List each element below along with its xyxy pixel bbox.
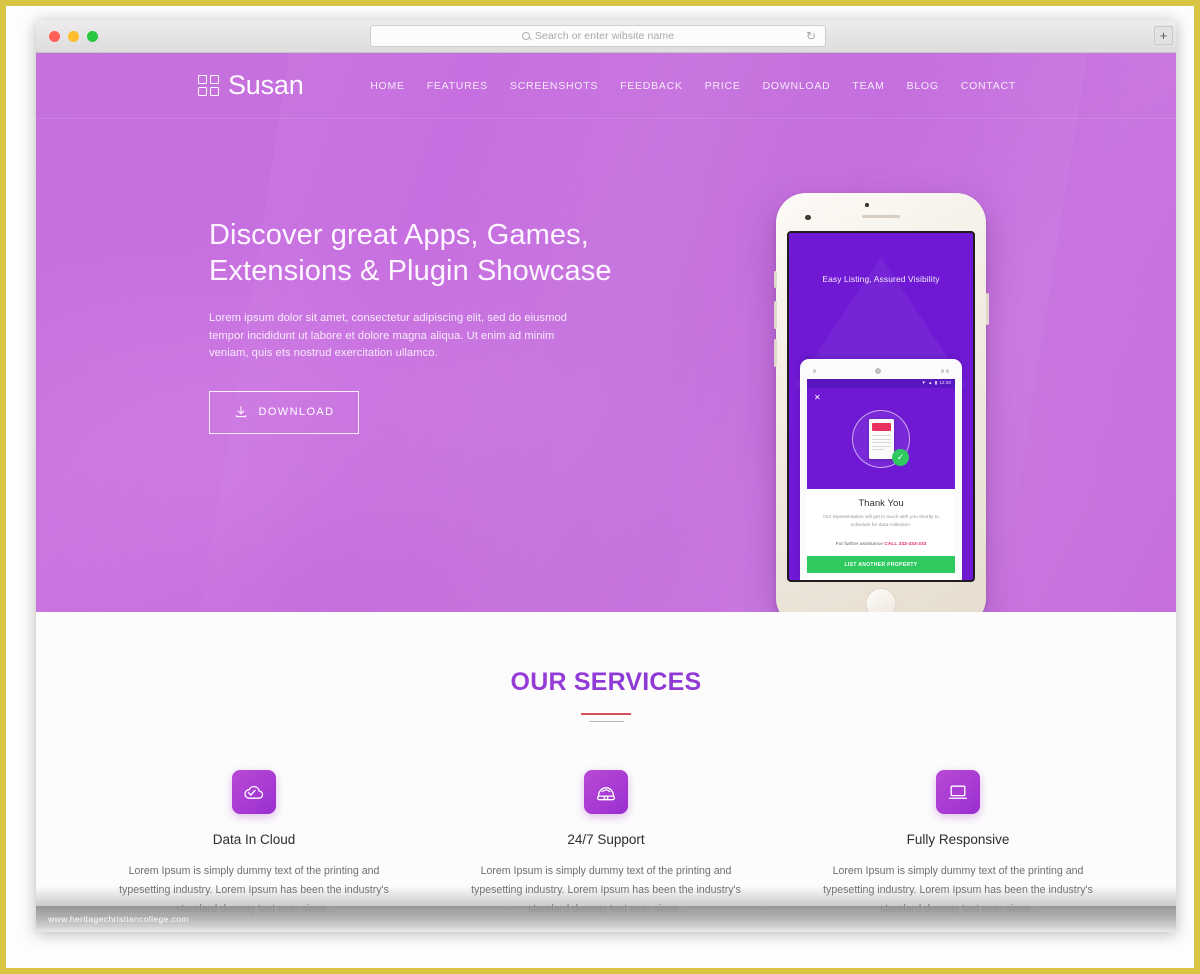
close-window-button[interactable] — [49, 30, 60, 42]
nav-item-feedback[interactable]: FEEDBACK — [620, 80, 683, 92]
assistance-line: For further assistance CALL 333-333-333 — [815, 542, 947, 547]
phone-mute-switch — [773, 271, 777, 288]
inner-device-sensor-icon — [940, 369, 949, 373]
phone-volume-down — [773, 339, 777, 367]
thank-you-body: Our representative will get in touch wit… — [823, 515, 939, 529]
app-status-bar: ▼ ▲ ▮ 12:30 — [807, 379, 955, 388]
check-circle-icon: ✓ — [892, 449, 909, 466]
section-divider — [581, 713, 631, 722]
document-icon — [869, 419, 894, 459]
services-heading: OUR SERVICES — [36, 668, 1176, 697]
page-viewport: Susan HOME FEATURES SCREENSHOTS FEEDBACK… — [36, 53, 1176, 932]
hero-title-line-2: Extensions & Plugin Showcase — [209, 254, 612, 287]
service-title: 24/7 Support — [567, 831, 645, 847]
address-bar-placeholder: Search or enter wibsite name — [534, 30, 675, 42]
hero-paragraph: Lorem ipsum dolor sit amet, consectetur … — [209, 311, 567, 360]
grid-logo-icon — [198, 75, 219, 96]
browser-title-bar: Search or enter wibsite name ↻ + — [36, 20, 1176, 53]
hero-download-label: DOWNLOAD — [258, 406, 335, 419]
laptop-icon — [949, 785, 967, 799]
inner-device: ▼ ▲ ▮ 12:30 ✕ ✓ Thank You Our representa… — [800, 359, 962, 580]
inner-device-speaker-icon — [875, 368, 882, 374]
hero-download-button[interactable]: DOWNLOAD — [209, 390, 359, 434]
hero-copy: Discover great Apps, Games, Extensions &… — [209, 218, 629, 434]
hero-title-line-1: Discover great Apps, Games, — [209, 219, 589, 251]
status-time: 12:30 — [939, 380, 952, 386]
inner-device-camera-icon — [813, 369, 817, 373]
divider-line-secondary — [588, 720, 624, 722]
nav-links: HOME FEATURES SCREENSHOTS FEEDBACK PRICE… — [370, 80, 1016, 92]
inner-device-topbar — [807, 368, 955, 379]
brand-logo[interactable]: Susan — [198, 70, 304, 101]
close-icon[interactable]: ✕ — [814, 394, 821, 402]
nav-item-screenshots[interactable]: SCREENSHOTS — [510, 80, 598, 92]
nav-item-price[interactable]: PRICE — [705, 80, 741, 92]
minimize-window-button[interactable] — [68, 30, 79, 42]
services-section: OUR SERVICES Data In Cloud Lorem Ipsum i… — [36, 612, 1176, 932]
nav-item-home[interactable]: HOME — [370, 80, 405, 92]
nav-item-features[interactable]: FEATURES — [427, 80, 488, 92]
nav-item-download[interactable]: DOWNLOAD — [763, 80, 831, 92]
browser-window: Search or enter wibsite name ↻ + Susan H… — [36, 20, 1176, 932]
thank-you-title: Thank You — [858, 498, 904, 509]
site-navbar: Susan HOME FEATURES SCREENSHOTS FEEDBACK… — [36, 53, 1176, 119]
signal-icon: ▲ — [928, 380, 933, 386]
outer-frame: Search or enter wibsite name ↻ + Susan H… — [0, 0, 1200, 974]
download-icon — [235, 406, 246, 418]
address-bar[interactable]: Search or enter wibsite name ↻ — [370, 25, 826, 47]
phone-mockup: Easy Listing, Assured Visibility ▼ ▲ ▮ 1… — [773, 193, 989, 612]
phone-home-button — [865, 588, 897, 612]
phone-tagline: Easy Listing, Assured Visibility — [822, 274, 940, 284]
watermark-text: www.heritagechristiancollege.com — [48, 914, 189, 924]
phone-camera-icon — [805, 214, 811, 220]
maximize-window-button[interactable] — [87, 30, 98, 42]
telephone-icon — [596, 787, 616, 801]
hero-section: Susan HOME FEATURES SCREENSHOTS FEEDBACK… — [36, 53, 1176, 612]
service-title: Data In Cloud — [212, 831, 296, 847]
app-hero-panel: ✕ ✓ — [807, 388, 955, 489]
phone-sensor-icon — [865, 203, 869, 207]
service-icon-box — [936, 769, 980, 814]
list-another-property-button[interactable]: LIST ANOTHER PROPERTY — [807, 556, 955, 574]
nav-item-contact[interactable]: CONTACT — [961, 80, 1016, 92]
success-badge: ✓ — [852, 410, 910, 468]
watermark-fade — [36, 886, 1176, 906]
phone-speaker — [862, 215, 900, 219]
wifi-icon: ▼ — [921, 380, 926, 386]
watermark-bar: www.heritagechristiancollege.com — [36, 906, 1176, 932]
service-icon-box — [584, 769, 628, 814]
brand-name: Susan — [228, 70, 304, 100]
service-icon-box — [232, 769, 276, 814]
nav-item-blog[interactable]: BLOG — [907, 80, 939, 92]
battery-icon: ▮ — [934, 380, 938, 386]
app-screen: ▼ ▲ ▮ 12:30 ✕ ✓ Thank You Our representa… — [807, 379, 955, 580]
divider-line-primary — [581, 713, 631, 715]
assistance-phone: CALL 333-333-333 — [884, 542, 927, 548]
phone-volume-up — [773, 301, 777, 329]
new-tab-button[interactable]: + — [1154, 26, 1173, 45]
phone-power-button — [985, 293, 989, 325]
service-title: Fully Responsive — [906, 831, 1010, 847]
nav-item-team[interactable]: TEAM — [852, 80, 884, 92]
reload-icon[interactable]: ↻ — [806, 30, 816, 42]
app-message-panel: Thank You Our representative will get in… — [807, 489, 955, 574]
hero-title: Discover great Apps, Games, Extensions &… — [209, 218, 629, 290]
assistance-prefix: For further assistance — [835, 542, 885, 548]
phone-screen: Easy Listing, Assured Visibility ▼ ▲ ▮ 1… — [787, 231, 975, 582]
cloud-icon — [244, 785, 264, 799]
window-controls — [49, 30, 98, 42]
search-icon — [521, 32, 530, 40]
